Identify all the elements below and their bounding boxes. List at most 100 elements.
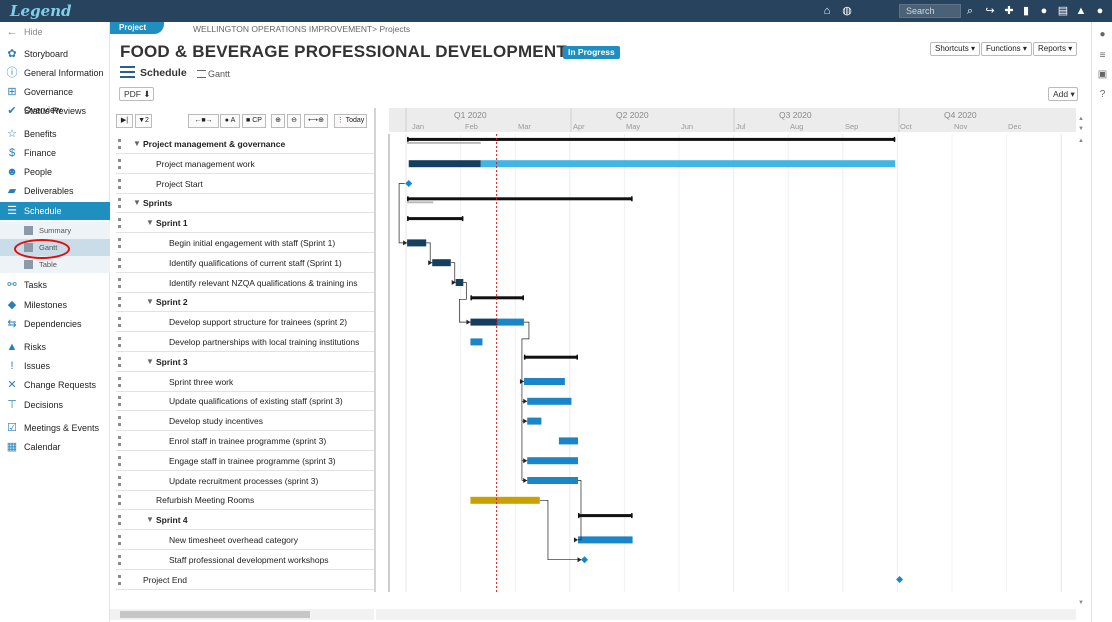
- sidebar-item-meetings-events[interactable]: ☑ Meetings & Events: [0, 419, 110, 437]
- drag-handle-icon[interactable]: [118, 356, 121, 367]
- drag-handle-icon[interactable]: [118, 574, 121, 585]
- drag-handle-icon[interactable]: [118, 535, 121, 545]
- search-input[interactable]: Search: [899, 4, 961, 18]
- drag-handle-icon[interactable]: [118, 396, 121, 407]
- share-icon[interactable]: ↪: [983, 4, 997, 18]
- zoom-out-button[interactable]: ⊖: [287, 114, 301, 128]
- lock-icon[interactable]: ▣: [1097, 70, 1108, 80]
- document-icon[interactable]: ▤: [1056, 4, 1070, 18]
- drag-handle-icon[interactable]: [118, 495, 121, 506]
- globe-icon[interactable]: ◍: [840, 4, 854, 18]
- drag-handle-icon[interactable]: [118, 317, 121, 328]
- grid-row[interactable]: Identify relevant NZQA qualifications & …: [116, 273, 374, 293]
- critical-path-button[interactable]: ■ CP: [242, 114, 266, 128]
- indent-outdent-button[interactable]: ←■→: [188, 114, 219, 128]
- drag-handle-icon[interactable]: [118, 554, 121, 565]
- fit-width-button[interactable]: ⟷⊕: [304, 114, 328, 128]
- grid-horizontal-scrollbar[interactable]: [110, 609, 374, 620]
- drag-handle-icon[interactable]: [118, 376, 121, 387]
- functions-dropdown[interactable]: Functions ▾: [981, 42, 1032, 56]
- drag-handle-icon[interactable]: [118, 257, 121, 268]
- show-all-button[interactable]: ● A: [220, 114, 240, 128]
- grid-row[interactable]: ▼ Sprint 1: [116, 213, 374, 234]
- reports-dropdown[interactable]: Reports ▾: [1033, 42, 1078, 56]
- sidebar-item-governance-overview[interactable]: ⊞ Governance Overview: [0, 83, 110, 115]
- sidebar-item-issues[interactable]: ! Issues: [0, 357, 110, 375]
- grid-row[interactable]: Staff professional development workshops: [116, 550, 374, 570]
- sidebar-item-change-requests[interactable]: ✕ Change Requests: [0, 376, 110, 394]
- project-badge[interactable]: Project: [110, 22, 164, 34]
- drag-handle-icon[interactable]: [118, 178, 121, 189]
- sidebar-item-status-reviews[interactable]: ✔ Status Reviews: [0, 102, 110, 120]
- grid-row[interactable]: Enrol staff in trainee programme (sprint…: [116, 431, 374, 451]
- drag-handle-icon[interactable]: [118, 297, 121, 308]
- collapse-toggle-icon[interactable]: ▼: [133, 134, 141, 153]
- bookmark-icon[interactable]: ▮: [1019, 4, 1033, 18]
- grid-row[interactable]: ▼ Project management & governance: [116, 134, 374, 154]
- grid-row[interactable]: Update qualifications of existing staff …: [116, 391, 374, 412]
- drag-handle-icon[interactable]: [118, 139, 121, 149]
- scroll-up-icon[interactable]: ▲: [1078, 138, 1084, 144]
- grid-row[interactable]: Develop partnerships with local training…: [116, 332, 374, 352]
- collapse-toggle-icon[interactable]: ▼: [146, 213, 154, 232]
- grid-row[interactable]: ▼ Sprints: [116, 193, 374, 214]
- collapse-toggle-icon[interactable]: ▼: [133, 193, 141, 212]
- grid-row[interactable]: ▼ Sprint 4: [116, 510, 374, 531]
- collapse-toggle-icon[interactable]: ▼: [146, 292, 154, 311]
- collapse-toggle-icon[interactable]: ▼: [146, 352, 154, 371]
- grid-row[interactable]: Develop support structure for trainees (…: [116, 312, 374, 333]
- user-icon[interactable]: ●: [1093, 4, 1107, 18]
- drag-handle-icon[interactable]: [118, 475, 121, 486]
- plus-icon[interactable]: ✚: [1002, 4, 1016, 18]
- expand-button[interactable]: ▶|: [116, 114, 133, 128]
- scrollbar-thumb[interactable]: [120, 611, 310, 618]
- grid-row[interactable]: Engage staff in trainee programme (sprin…: [116, 451, 374, 471]
- sidebar-item-deliverables[interactable]: ▰ Deliverables: [0, 182, 110, 200]
- sidebar-item-calendar[interactable]: ▦ Calendar: [0, 438, 110, 456]
- grid-row[interactable]: New timesheet overhead category: [116, 530, 374, 550]
- vertical-scrollbar[interactable]: ▲ ▼ ▲ ▼: [1076, 108, 1086, 608]
- zoom-in-button[interactable]: ⊕: [271, 114, 285, 128]
- grid-row[interactable]: Develop study incentives: [116, 411, 374, 432]
- drag-handle-icon[interactable]: [118, 416, 121, 427]
- drag-handle-icon[interactable]: [118, 455, 121, 466]
- sidebar-item-people[interactable]: ☻ People: [0, 163, 110, 181]
- drag-handle-icon[interactable]: [118, 218, 121, 229]
- add-dropdown[interactable]: Add ▾: [1048, 87, 1078, 101]
- sidebar-item-risks[interactable]: ▲ Risks: [0, 338, 110, 356]
- scroll-up-icon[interactable]: ▲: [1078, 116, 1084, 122]
- grid-row[interactable]: Project Start: [116, 174, 374, 194]
- grid-row[interactable]: ▼ Sprint 3: [116, 352, 374, 372]
- sidebar-subitem-table[interactable]: Table: [0, 256, 110, 273]
- sidebar-item-benefits[interactable]: ☆ Benefits: [0, 125, 110, 143]
- grid-row[interactable]: Project End: [116, 570, 374, 590]
- collapse-toggle-icon[interactable]: ▼: [146, 510, 154, 529]
- today-button[interactable]: ⋮ Today: [334, 114, 367, 128]
- hide-sidebar-button[interactable]: ← Hide: [0, 23, 110, 41]
- drag-handle-icon[interactable]: [118, 337, 121, 347]
- grid-row[interactable]: Begin initial engagement with staff (Spr…: [116, 233, 374, 253]
- bell-icon[interactable]: ▲: [1074, 4, 1088, 18]
- scroll-down-icon[interactable]: ▼: [1078, 126, 1084, 132]
- sidebar-subitem-summary[interactable]: Summary: [0, 222, 110, 239]
- grid-row[interactable]: Identify qualifications of current staff…: [116, 253, 374, 273]
- sidebar-item-general-information[interactable]: ⓘ General Information: [0, 64, 110, 82]
- sidebar-item-tasks[interactable]: ⚯ Tasks: [0, 276, 110, 294]
- sidebar-item-finance[interactable]: $ Finance: [0, 144, 110, 162]
- shortcuts-dropdown[interactable]: Shortcuts ▾: [930, 42, 981, 56]
- search-icon[interactable]: ⌕: [963, 4, 977, 18]
- filter-button[interactable]: ▼2: [135, 114, 152, 128]
- sidebar-item-schedule[interactable]: ☰ Schedule: [0, 202, 110, 220]
- sidebar-item-milestones[interactable]: ◆ Milestones: [0, 296, 110, 314]
- grid-row[interactable]: ▼ Sprint 2: [116, 292, 374, 313]
- home-icon[interactable]: ⌂: [820, 4, 834, 18]
- drag-handle-icon[interactable]: [118, 436, 121, 446]
- sidebar-item-decisions[interactable]: ⊤ Decisions: [0, 396, 110, 414]
- drag-handle-icon[interactable]: [118, 158, 121, 169]
- chat-icon[interactable]: ●: [1037, 4, 1051, 18]
- help-icon[interactable]: ?: [1097, 90, 1108, 100]
- grid-row[interactable]: Refurbish Meeting Rooms: [116, 490, 374, 511]
- scroll-down-icon[interactable]: ▼: [1078, 600, 1084, 606]
- sidebar-item-storyboard[interactable]: ✿ Storyboard: [0, 45, 110, 63]
- drag-handle-icon[interactable]: [118, 238, 121, 248]
